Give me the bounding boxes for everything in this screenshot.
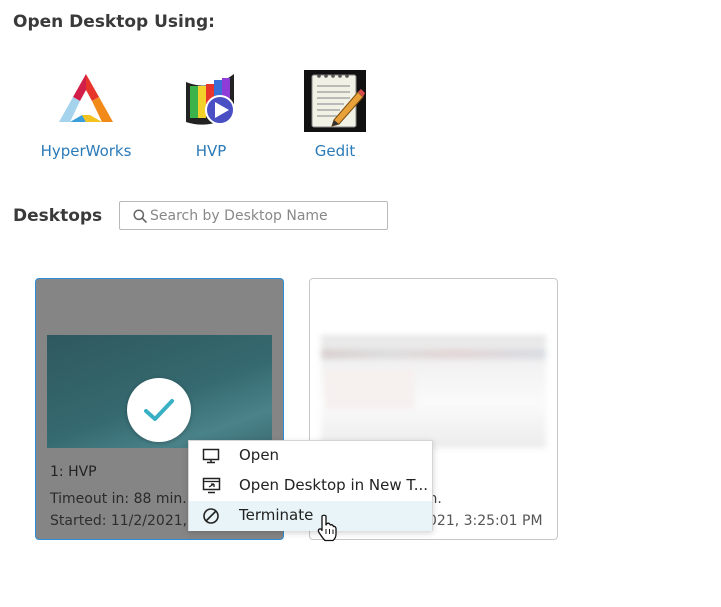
gedit-notepad-pencil-icon <box>304 70 366 132</box>
menu-item-terminate[interactable]: Terminate <box>189 501 432 531</box>
app-hvp[interactable]: HVP <box>180 70 242 160</box>
search-icon <box>133 209 147 223</box>
menu-item-label: Terminate <box>239 506 314 524</box>
desktop-started: 021, 3:25:01 PM <box>428 513 543 529</box>
menu-item-open-new-tab[interactable]: Open Desktop in New T... <box>189 471 432 501</box>
selected-checkmark-badge <box>127 378 191 442</box>
desktop-thumbnail <box>321 335 546 448</box>
hand-pointer-cursor-icon <box>317 514 337 542</box>
desktop-context-menu: Open Open Desktop in New T... Terminate <box>188 440 433 531</box>
hyperworks-logo-icon <box>59 74 113 122</box>
app-hyperworks[interactable]: HyperWorks <box>40 70 132 160</box>
hvp-film-play-icon <box>186 74 235 125</box>
checkmark-icon <box>144 399 174 421</box>
desktop-timeout: Timeout in: 88 min. <box>50 491 187 507</box>
desktops-heading: Desktops <box>13 206 103 226</box>
monitor-icon <box>202 448 220 464</box>
menu-item-label: Open <box>239 446 280 464</box>
desktop-started: Started: 11/2/2021, <box>50 513 188 529</box>
menu-item-label: Open Desktop in New T... <box>239 476 429 494</box>
open-desktop-heading: Open Desktop Using: <box>13 12 215 32</box>
menu-item-open[interactable]: Open <box>189 441 432 471</box>
desktop-search-input[interactable] <box>150 205 382 227</box>
app-gedit[interactable]: Gedit <box>302 70 368 160</box>
desktop-name: 1: HVP <box>50 464 97 480</box>
terminate-icon <box>203 508 219 524</box>
desktop-search-box <box>119 201 388 230</box>
app-gedit-label: Gedit <box>314 142 356 160</box>
app-hvp-label: HVP <box>195 142 227 160</box>
app-hyperworks-label: HyperWorks <box>40 142 132 160</box>
open-new-tab-icon <box>202 477 221 494</box>
